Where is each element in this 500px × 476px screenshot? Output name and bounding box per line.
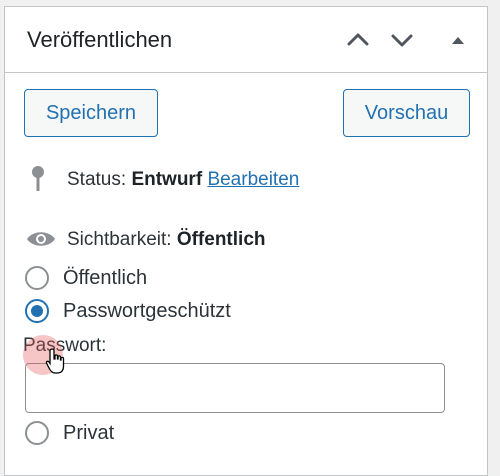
radio-private[interactable] [25, 421, 49, 445]
radio-public-label[interactable]: Öffentlich [63, 267, 147, 290]
radio-public[interactable] [25, 266, 49, 290]
chevron-up-icon[interactable] [343, 25, 373, 55]
chevron-down-icon[interactable] [387, 25, 417, 55]
eye-icon [25, 229, 57, 254]
status-label: Status: [67, 169, 127, 190]
password-label: Passwort: [23, 335, 107, 356]
panel-title: Veröffentlichen [27, 27, 173, 52]
visibility-value: Öffentlich [176, 229, 266, 250]
password-input[interactable] [25, 363, 445, 413]
radio-password-protected-label[interactable]: Passwortgeschützt [63, 300, 231, 323]
radio-private-label[interactable]: Privat [63, 422, 114, 445]
radio-password-protected[interactable] [25, 299, 49, 323]
pin-icon [29, 165, 47, 198]
panel-header: Veröffentlichen [5, 7, 487, 73]
status-value: Entwurf [131, 169, 203, 190]
status-row: Status: Entwurf Bearbeiten [67, 169, 299, 191]
status-edit-link[interactable]: Bearbeiten [207, 169, 299, 190]
preview-button[interactable]: Vorschau [343, 89, 470, 137]
save-button[interactable]: Speichern [24, 89, 158, 137]
visibility-row: Sichtbarkeit: Öffentlich [67, 229, 266, 251]
publish-panel: Veröffentlichen Speichern Vorschau Statu… [4, 6, 488, 476]
visibility-label: Sichtbarkeit: [67, 229, 172, 250]
triangle-up-icon[interactable] [443, 25, 473, 55]
